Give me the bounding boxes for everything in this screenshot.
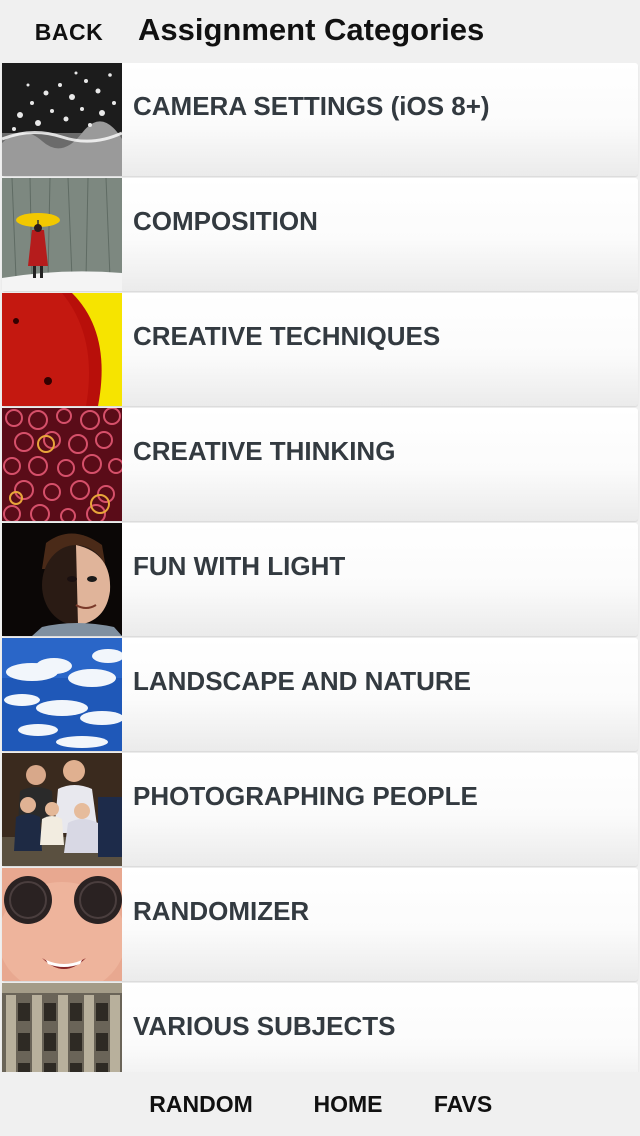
category-row-composition[interactable]: COMPOSITION bbox=[2, 178, 638, 291]
category-row-randomizer[interactable]: RANDOMIZER bbox=[2, 868, 638, 981]
home-tab[interactable]: HOME bbox=[296, 1072, 400, 1136]
building-facade-thumbnail bbox=[2, 983, 122, 1072]
category-row-various-subjects[interactable]: VARIOUS SUBJECTS bbox=[2, 983, 638, 1072]
category-label: CREATIVE THINKING bbox=[133, 435, 396, 466]
category-label: LANDSCAPE AND NATURE bbox=[133, 665, 471, 696]
category-row-landscape-and-nature[interactable]: LANDSCAPE AND NATURE bbox=[2, 638, 638, 751]
category-label: VARIOUS SUBJECTS bbox=[133, 1010, 396, 1041]
water-splash-thumbnail bbox=[2, 63, 122, 176]
random-tab[interactable]: RANDOM bbox=[128, 1072, 274, 1136]
family-portrait-thumbnail bbox=[2, 753, 122, 866]
red-bubbles-thumbnail bbox=[2, 408, 122, 521]
category-label: PHOTOGRAPHING PEOPLE bbox=[133, 780, 478, 811]
category-row-photographing-people[interactable]: PHOTOGRAPHING PEOPLE bbox=[2, 753, 638, 866]
red-yellow-abstract-thumbnail bbox=[2, 293, 122, 406]
category-label: COMPOSITION bbox=[133, 205, 318, 236]
category-label: CAMERA SETTINGS (iOS 8+) bbox=[133, 90, 490, 121]
category-list[interactable]: CAMERA SETTINGS (iOS 8+) COMPOSITION CRE… bbox=[0, 62, 640, 1072]
category-row-fun-with-light[interactable]: FUN WITH LIGHT bbox=[2, 523, 638, 636]
bottom-tab-bar: RANDOM HOME FAVS bbox=[0, 1072, 640, 1136]
navigation-bar: BACK Assignment Categories bbox=[0, 0, 640, 62]
category-row-creative-techniques[interactable]: CREATIVE TECHNIQUES bbox=[2, 293, 638, 406]
back-button[interactable]: BACK bbox=[20, 10, 118, 54]
category-label: CREATIVE TECHNIQUES bbox=[133, 320, 441, 351]
category-label: FUN WITH LIGHT bbox=[133, 550, 346, 581]
category-row-camera-settings[interactable]: CAMERA SETTINGS (iOS 8+) bbox=[2, 63, 638, 176]
lit-face-thumbnail bbox=[2, 523, 122, 636]
favs-tab[interactable]: FAVS bbox=[418, 1072, 508, 1136]
category-label: RANDOMIZER bbox=[133, 895, 310, 926]
cookie-eyes-thumbnail bbox=[2, 868, 122, 981]
page-title: Assignment Categories bbox=[138, 12, 485, 47]
yellow-umbrella-thumbnail bbox=[2, 178, 122, 291]
category-row-creative-thinking[interactable]: CREATIVE THINKING bbox=[2, 408, 638, 521]
blue-sky-clouds-thumbnail bbox=[2, 638, 122, 751]
